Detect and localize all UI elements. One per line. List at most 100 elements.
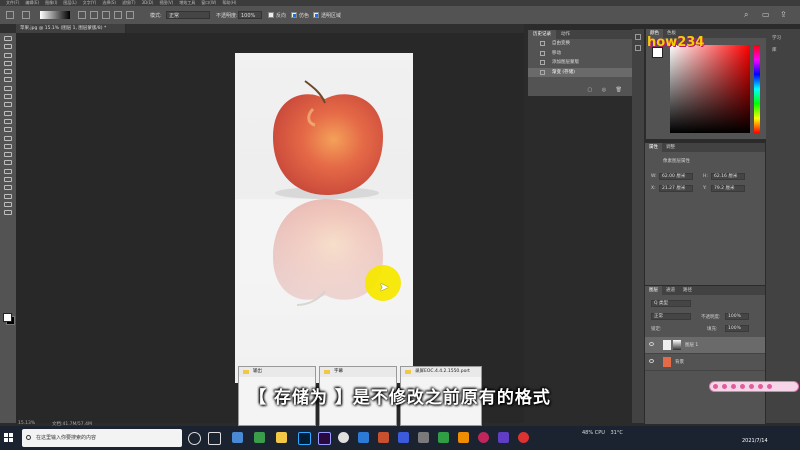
history-item[interactable]: 移动	[528, 49, 632, 59]
height-input[interactable]: 62.16 厘米	[711, 173, 745, 180]
tool-dot-icon[interactable]	[749, 384, 754, 389]
file-explorer-icon[interactable]	[276, 432, 287, 443]
frame-tool-icon[interactable]	[4, 77, 12, 83]
layer-row[interactable]: 背景	[645, 354, 765, 371]
radial-gradient-icon[interactable]	[90, 11, 98, 19]
learn-item[interactable]: 学习	[766, 35, 800, 41]
tool-dot-icon[interactable]	[758, 384, 763, 389]
hand-tool-icon[interactable]	[4, 193, 12, 199]
document-tab[interactable]: 苹果.jpg @ 15.1% (图层 1, 图层蒙版/8) *	[16, 24, 126, 33]
document-canvas[interactable]	[235, 53, 413, 383]
foreground-color-swatch[interactable]	[3, 313, 12, 322]
actions-panel-icon[interactable]	[635, 45, 641, 51]
history-panel-icon[interactable]	[635, 34, 641, 40]
photoshop-icon[interactable]	[298, 432, 311, 445]
hue-slider[interactable]	[754, 45, 760, 133]
tool-dot-icon[interactable]	[722, 384, 727, 389]
share-icon[interactable]: ⇪	[780, 10, 787, 19]
move-tool-icon[interactable]	[4, 36, 12, 41]
crop-tool-icon[interactable]	[4, 69, 12, 75]
y-input[interactable]: 79.2 厘米	[711, 185, 745, 192]
clone-stamp-tool-icon[interactable]	[4, 110, 12, 116]
blend-mode-select[interactable]: 正常	[651, 313, 691, 320]
history-footer-icons[interactable]: ▢ ◎ 🗑	[587, 87, 626, 93]
tool-dot-icon[interactable]	[731, 384, 736, 389]
layer-opacity-input[interactable]: 100%	[725, 313, 749, 320]
eraser-tool-icon[interactable]	[4, 127, 12, 133]
dither-checkbox[interactable]	[291, 12, 297, 18]
app-icon[interactable]	[418, 432, 429, 443]
tab-actions[interactable]: 动作	[556, 30, 575, 39]
diamond-gradient-icon[interactable]	[126, 11, 134, 19]
type-tool-icon[interactable]	[4, 168, 12, 174]
layer-filter-select[interactable]: Q 类型	[651, 300, 691, 307]
blur-tool-icon[interactable]	[4, 143, 12, 149]
app-icon[interactable]	[232, 432, 243, 443]
mode-select[interactable]: 正常	[166, 11, 210, 19]
brush-tool-icon[interactable]	[4, 102, 12, 108]
chrome-icon[interactable]	[338, 432, 349, 443]
tab-paths[interactable]: 路径	[679, 286, 696, 295]
libraries-item[interactable]: 库	[766, 47, 800, 53]
history-brush-tool-icon[interactable]	[4, 118, 12, 124]
gradient-tool-icon[interactable]	[4, 135, 12, 141]
x-input[interactable]: 21.27 厘米	[659, 185, 693, 192]
transparency-checkbox[interactable]	[313, 12, 319, 18]
path-select-tool-icon[interactable]	[4, 177, 12, 183]
tab-layers[interactable]: 图层	[645, 286, 662, 295]
more-tools-icon[interactable]	[4, 210, 12, 216]
dodge-tool-icon[interactable]	[4, 152, 12, 158]
gradient-tool-icon[interactable]	[22, 11, 30, 19]
visibility-eye-icon[interactable]	[649, 342, 654, 346]
lasso-tool-icon[interactable]	[4, 52, 12, 58]
rectangle-tool-icon[interactable]	[4, 185, 12, 191]
tool-dot-icon[interactable]	[740, 384, 745, 389]
app-icon[interactable]	[498, 432, 509, 443]
app-icon[interactable]	[458, 432, 469, 443]
tab-history[interactable]: 历史记录	[528, 30, 556, 39]
cortana-icon[interactable]	[188, 432, 201, 445]
app-icon[interactable]	[438, 432, 449, 443]
system-clock[interactable]: 2021/7/14	[742, 429, 768, 445]
tab-adjustments[interactable]: 调整	[662, 143, 679, 152]
linear-gradient-icon[interactable]	[78, 11, 86, 19]
reflected-gradient-icon[interactable]	[114, 11, 122, 19]
home-icon[interactable]	[6, 11, 14, 19]
floating-toolbar[interactable]	[709, 381, 799, 392]
opacity-input[interactable]: 100%	[238, 11, 262, 19]
weather-temp[interactable]: 31°C	[610, 430, 622, 436]
layer-mask-thumbnail[interactable]	[673, 340, 681, 350]
fill-input[interactable]: 100%	[725, 325, 749, 332]
workspace-icon[interactable]: ▭	[762, 10, 770, 19]
tab-channels[interactable]: 通道	[662, 286, 679, 295]
reverse-checkbox[interactable]	[268, 12, 274, 18]
width-input[interactable]: 62.00 厘米	[659, 173, 693, 180]
windows-start-icon[interactable]	[4, 433, 14, 443]
app-icon[interactable]	[478, 432, 489, 443]
app-icon[interactable]	[398, 432, 409, 443]
taskbar-search-input[interactable]: 在这里输入你要搜索的内容	[22, 429, 182, 447]
tool-dot-icon[interactable]	[713, 384, 718, 389]
search-icon[interactable]: ⌕	[744, 10, 748, 20]
quick-select-tool-icon[interactable]	[4, 60, 12, 66]
color-field[interactable]	[670, 45, 750, 133]
zoom-tool-icon[interactable]	[4, 201, 12, 207]
history-item-selected[interactable]: 渐变 (存储)	[528, 67, 632, 77]
visibility-eye-icon[interactable]	[649, 359, 654, 363]
healing-brush-tool-icon[interactable]	[4, 94, 12, 100]
history-item[interactable]: 自由变换	[528, 39, 632, 49]
tool-dot-icon[interactable]	[767, 384, 772, 389]
record-app-icon[interactable]	[518, 432, 529, 443]
eyedropper-tool-icon[interactable]	[4, 85, 12, 91]
layer-row-selected[interactable]: 图层 1	[645, 337, 765, 354]
pen-tool-icon[interactable]	[4, 160, 12, 166]
premiere-icon[interactable]	[318, 432, 331, 445]
tab-properties[interactable]: 属性	[645, 143, 662, 152]
history-item[interactable]: 添加图层蒙版	[528, 58, 632, 68]
marquee-tool-icon[interactable]	[4, 44, 12, 50]
app-icon[interactable]	[254, 432, 265, 443]
task-view-icon[interactable]	[208, 432, 221, 445]
app-icon[interactable]	[378, 432, 389, 443]
edge-icon[interactable]	[358, 432, 369, 443]
angle-gradient-icon[interactable]	[102, 11, 110, 19]
